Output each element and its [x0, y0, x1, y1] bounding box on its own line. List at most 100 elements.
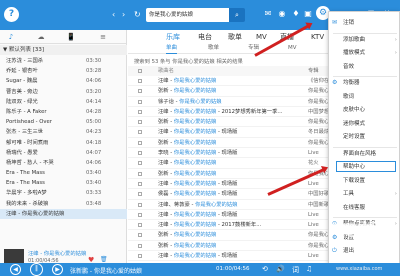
result-song[interactable]: 汪峰 - 你是我心爱的姑娘 - 2017鼓楼新年...	[158, 220, 308, 230]
sidebar-tab-music-icon[interactable]: ♪	[4, 32, 18, 42]
menu-item[interactable]: 播放模式 ›	[329, 48, 400, 58]
row-checkbox[interactable]	[138, 161, 142, 166]
playlist-item[interactable]: 乔延 - 银杏叶 03:28	[0, 66, 127, 76]
row-checkbox[interactable]	[138, 79, 142, 83]
playlist-item[interactable]: 陆双双 - 绿光 04:14	[0, 97, 127, 107]
row-checkbox[interactable]	[138, 89, 142, 94]
playlist-item[interactable]: 汪苏泷 - 三国杀 03:30	[0, 56, 127, 66]
menu-item[interactable]: 音效	[329, 62, 400, 72]
play-pause-button[interactable]: ‖	[30, 263, 43, 276]
menu-item[interactable]: 在线客服	[329, 203, 400, 213]
result-highlight: 你是我心爱的姑娘	[179, 98, 222, 105]
tab-ktv[interactable]: KTV	[311, 32, 324, 42]
subtab-singles[interactable]: 单曲	[166, 44, 178, 54]
playlist-item[interactable]: 张杰 - 三生三世 04:23	[0, 127, 127, 137]
effects-icon[interactable]: ♫	[306, 265, 312, 273]
playlist-item[interactable]: 我的未来 - 杀破狼 03:48	[0, 199, 127, 209]
playlist-item[interactable]: 杨坤哲 - 愁人 - 不哭 04:06	[0, 158, 127, 168]
menu-item[interactable]: 添加歌曲 ›	[329, 35, 400, 45]
tab-mv[interactable]: MV	[256, 32, 267, 42]
menu-item[interactable]: 皮肤中心	[329, 105, 400, 115]
row-checkbox[interactable]	[138, 171, 142, 176]
row-checkbox[interactable]	[138, 233, 142, 238]
playlist-item[interactable]: Sugar - 魏晨 04:06	[0, 76, 127, 86]
app-logo: ?	[4, 7, 19, 22]
result-song[interactable]: 汪峰 - 你是我心爱的姑娘 - 现场版	[158, 127, 308, 137]
loop-icon[interactable]: ⟲	[262, 265, 268, 273]
playlist-header[interactable]: ▼ 默认列表 [33]	[0, 45, 127, 55]
select-all-checkbox[interactable]	[138, 69, 142, 73]
playlist-item[interactable]: Era - The Mass 03:40	[0, 168, 127, 178]
menu-item-label: 播放模式	[343, 50, 366, 56]
row-checkbox[interactable]	[138, 140, 142, 145]
playlist-item[interactable]: 汪峰 - 你是我心爱的姑娘	[0, 208, 127, 219]
result-song[interactable]: 汪峰 - 你是我心爱的姑娘 - 现场版	[158, 210, 308, 220]
tab-radio[interactable]: 电台	[198, 32, 212, 42]
row-checkbox[interactable]	[138, 223, 142, 228]
menu-item[interactable]: 迷你模式	[329, 119, 400, 129]
result-song[interactable]: 汪峰、蒋敦豪 - 你是我心爱的姑娘	[158, 200, 308, 210]
menu-item[interactable]: 歌词	[329, 92, 400, 102]
trash-icon[interactable]: 🗑	[100, 256, 108, 263]
row-checkbox[interactable]	[138, 202, 142, 207]
row-checkbox[interactable]	[138, 120, 142, 125]
sidebar-tab-list-icon[interactable]: ≡	[96, 32, 110, 42]
playlist-item[interactable]: 陈乐子 - A Faker 04:28	[0, 107, 127, 117]
row-checkbox[interactable]	[138, 130, 142, 135]
row-checkbox[interactable]	[138, 254, 142, 259]
menu-item[interactable]: ⚙ 均衡器	[329, 78, 400, 88]
menu-item[interactable]: 定时设置	[329, 132, 400, 142]
menu-item[interactable]: 工具 ›	[329, 189, 400, 199]
playlist-item[interactable]: 杨瑞代 - 愚爱 04:07	[0, 148, 127, 158]
row-checkbox[interactable]	[138, 212, 142, 217]
playlist-item[interactable]: Era - The Mass 03:40	[0, 178, 127, 188]
result-song[interactable]: 汪峰 - 你是我心爱的姑娘 - 2012梦想秀新年第一季...	[158, 107, 308, 117]
skin-icon[interactable]: ♦	[290, 8, 302, 20]
prev-button[interactable]: ◀	[10, 264, 21, 275]
header-song[interactable]: 歌曲名	[158, 66, 308, 76]
result-song[interactable]: 张新 - 你是我心爱的姑娘	[158, 169, 308, 179]
lyrics-icon[interactable]: 词	[292, 265, 299, 275]
menu-item[interactable]: ✉ 注销	[329, 18, 400, 28]
forward-button[interactable]: ›	[122, 10, 125, 20]
playlist-item[interactable]: Portishead - Over 05:00	[0, 117, 127, 127]
row-checkbox[interactable]	[138, 109, 142, 114]
result-song[interactable]: 张新 - 你是我心爱的姑娘	[158, 117, 308, 127]
refresh-icon[interactable]: ↻	[134, 10, 141, 19]
sidebar-tab-device-icon[interactable]: 📱	[64, 32, 78, 42]
row-checkbox[interactable]	[138, 151, 142, 156]
back-button[interactable]: ‹	[112, 10, 115, 20]
playlist-item[interactable]: 华晨宇 - 多啦A梦 03:33	[0, 188, 127, 198]
tab-playlists[interactable]: 歌单	[228, 32, 242, 42]
result-song[interactable]: 汪峰 - 你是我心爱的姑娘 - 现场版	[158, 251, 308, 261]
subtab-playlists[interactable]: 歌单	[208, 44, 219, 53]
result-song[interactable]: 张新 - 你是我心爱的姑娘	[158, 86, 308, 96]
row-checkbox[interactable]	[138, 99, 142, 104]
result-song[interactable]: 张新 - 你是我心爱的姑娘	[158, 138, 308, 148]
game-icon[interactable]: ◉	[276, 8, 288, 20]
result-song[interactable]: 侯磊 - 你是我心爱的姑娘 - 现场版	[158, 189, 308, 199]
result-artist: 侯磊 -	[158, 191, 174, 198]
next-button[interactable]: ▶	[52, 264, 63, 275]
volume-icon[interactable]: 🔊	[276, 265, 285, 273]
result-song[interactable]: 汪峰 - 你是我心爱的姑娘	[158, 158, 308, 168]
result-song[interactable]: 张新 - 你是我心爱的姑娘	[158, 230, 308, 240]
search-icon[interactable]: ⌕	[229, 8, 245, 22]
result-song[interactable]: 徐子诒 - 你是我心爱的姑娘	[158, 97, 308, 107]
menu-item[interactable]: 下载设置	[329, 176, 400, 186]
tab-library[interactable]: 乐库	[166, 32, 180, 42]
menu-item[interactable]: 界面自在风格	[329, 149, 400, 159]
row-checkbox[interactable]	[138, 243, 142, 248]
playlist-item-title: 汪苏泷 - 三国杀	[6, 58, 44, 64]
tools-icon[interactable]: ▣	[302, 8, 314, 20]
result-song[interactable]: 汪峰 - 你是我心爱的姑娘	[158, 76, 308, 86]
row-checkbox[interactable]	[138, 181, 142, 186]
result-song[interactable]: 张新 - 你是我心爱的姑娘	[158, 241, 308, 251]
subtab-mv[interactable]: MV	[288, 44, 297, 53]
sidebar-tab-cloud-icon[interactable]: ☁	[34, 32, 48, 42]
result-song[interactable]: 李晓 - 你是我心爱的姑娘 - 现场版	[158, 148, 308, 158]
message-icon[interactable]: ✉	[262, 8, 274, 20]
row-checkbox[interactable]	[138, 192, 142, 197]
playlist-item[interactable]: 郁可唯 - 时间煮雨 04:18	[0, 138, 127, 148]
playlist-item[interactable]: 曹吉美 - 旁边 03:20	[0, 87, 127, 97]
